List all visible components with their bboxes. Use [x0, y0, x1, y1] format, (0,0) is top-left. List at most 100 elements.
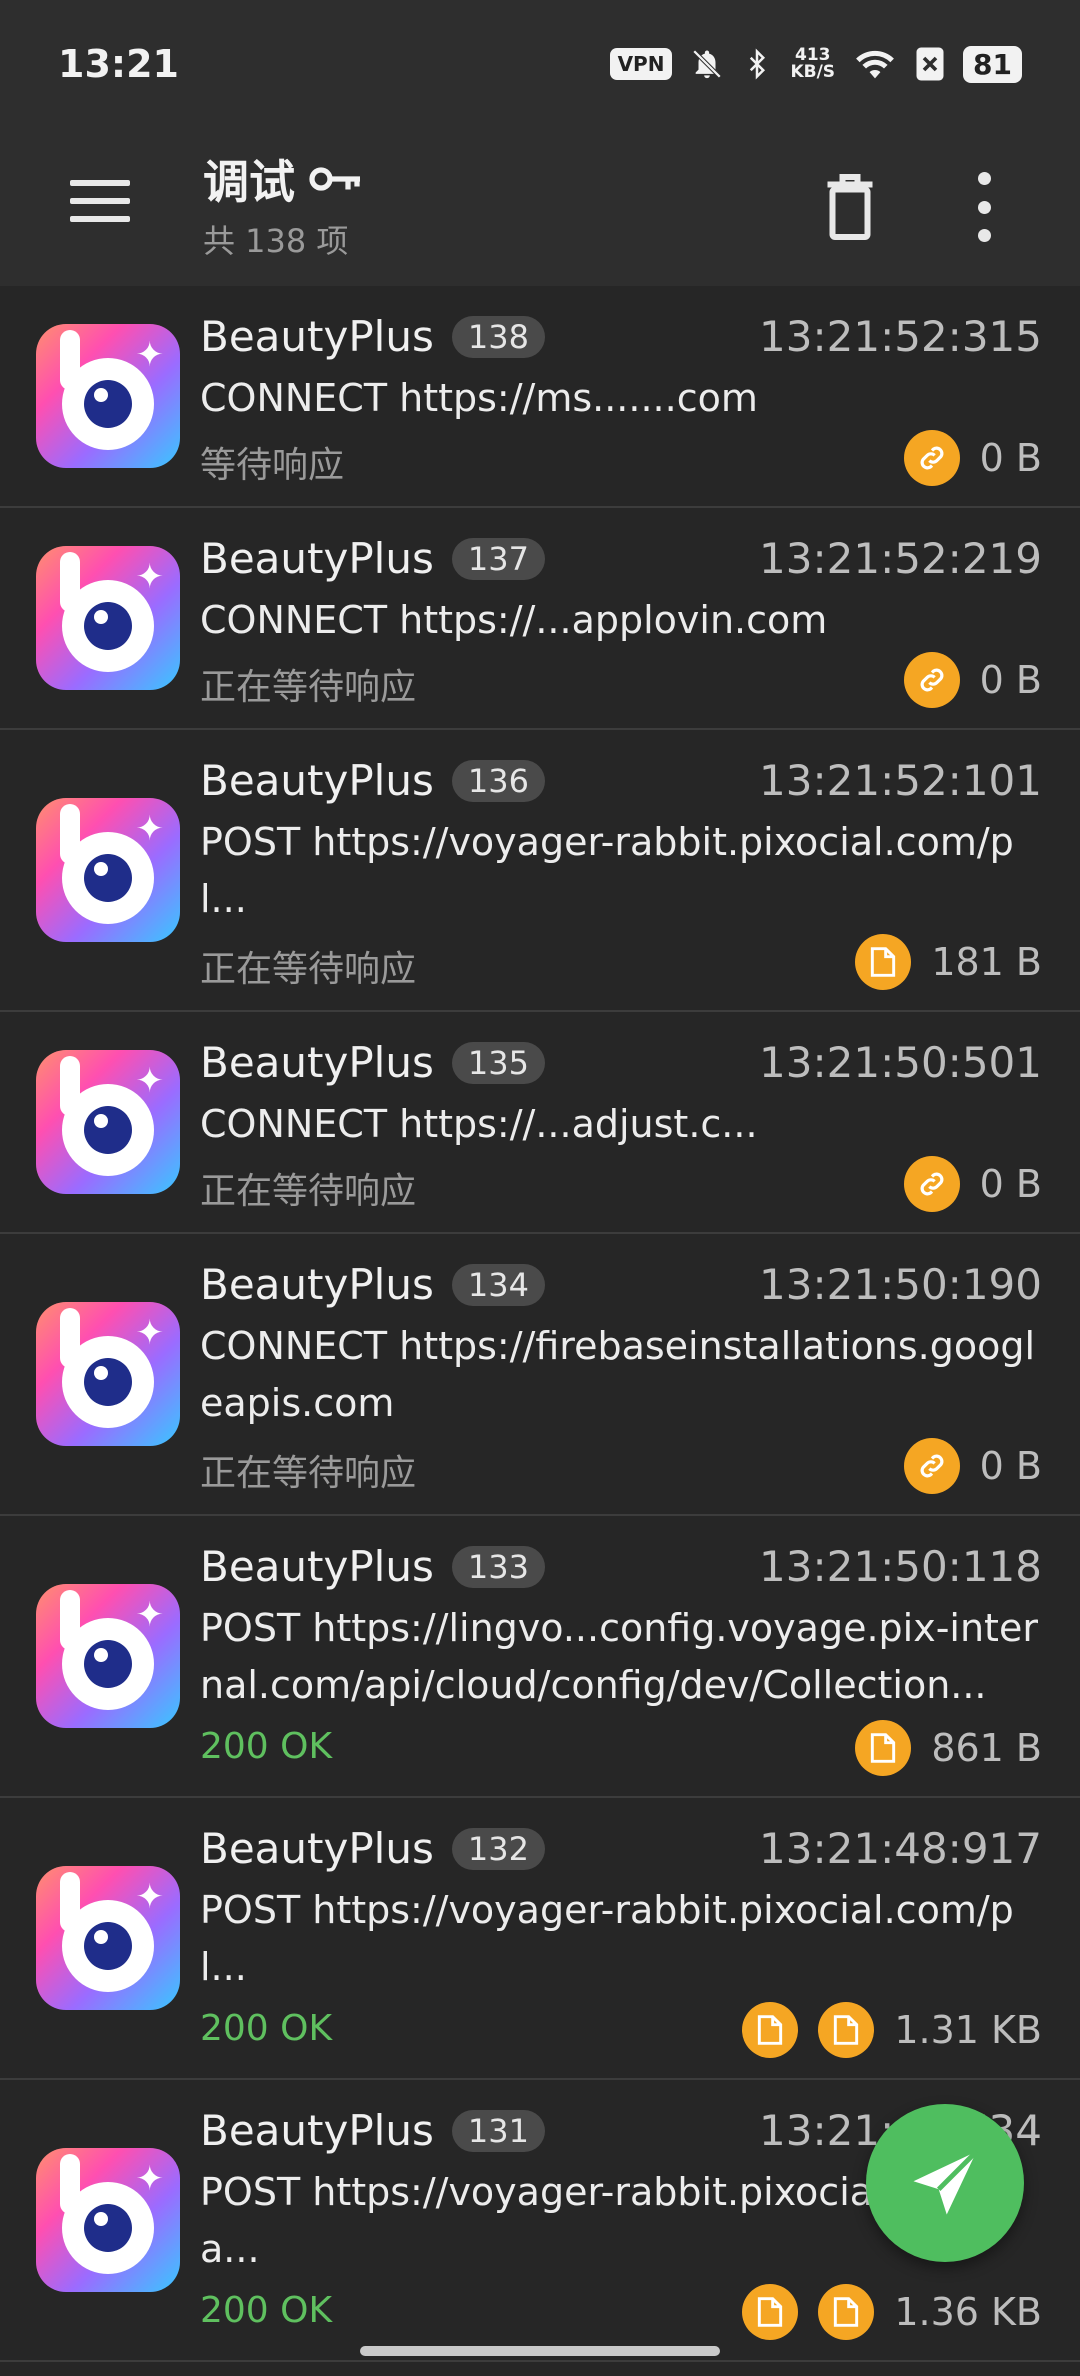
app-name-row: BeautyPlus 135: [200, 1038, 545, 1087]
request-url: CONNECT https://ms.......com: [200, 376, 758, 420]
app-toolbar: 调试 共 138 项: [0, 128, 1080, 286]
response-size: 0 B: [979, 658, 1042, 702]
request-number-badge: 132: [451, 1827, 545, 1870]
request-status: 200 OK: [200, 1726, 333, 1767]
response-size: 861 B: [931, 1726, 1042, 1770]
status-time: 13:21: [58, 42, 179, 86]
more-vert-icon: [977, 172, 991, 185]
request-number-badge: 134: [451, 1263, 545, 1306]
size-info: 1.31 KB: [742, 2002, 1042, 2058]
request-time: 13:21:48:917: [759, 1824, 1042, 1873]
app-name: BeautyPlus: [200, 756, 434, 805]
response-size: 1.36 KB: [894, 2290, 1042, 2334]
response-size: 0 B: [979, 1162, 1042, 1206]
app-icon: ✦: [36, 324, 180, 468]
size-info: 861 B: [855, 1720, 1042, 1776]
bell-off-icon: [693, 49, 722, 79]
link-icon: [903, 1156, 960, 1212]
request-status: 200 OK: [200, 2008, 333, 2049]
status-bar: 13:21 VPN 413 KB/S 81: [0, 0, 1080, 128]
size-info: 181 B: [855, 934, 1042, 990]
app-name-row: BeautyPlus 136: [200, 756, 545, 805]
request-status: 200 OK: [200, 2290, 333, 2331]
response-size: 0 B: [979, 436, 1042, 480]
app-icon: ✦: [36, 1302, 180, 1446]
request-row[interactable]: ✦ BeautyPlus 136 13:21:52:101 POST https…: [0, 730, 1080, 1012]
request-number-badge: 138: [451, 315, 545, 358]
app-icon: ✦: [36, 798, 180, 942]
send-icon: [913, 2149, 979, 2215]
request-row[interactable]: ✦ BeautyPlus 134 13:21:50:190 CONNECT ht…: [0, 1234, 1080, 1516]
app-name-row: BeautyPlus 132: [200, 1824, 545, 1873]
more-options-button[interactable]: [964, 172, 1004, 242]
app-icon: ✦: [36, 1050, 180, 1194]
request-row[interactable]: ✦ BeautyPlus 135 13:21:50:501 CONNECT ht…: [0, 1012, 1080, 1234]
link-icon: [903, 430, 960, 486]
app-icon: ✦: [36, 546, 180, 690]
app-icon: ✦: [36, 1584, 180, 1728]
speed-unit: KB/S: [790, 62, 836, 82]
battery-level: 81: [963, 45, 1022, 83]
request-row[interactable]: ✦ BeautyPlus 138 13:21:52:315 CONNECT ht…: [0, 286, 1080, 508]
download-file-icon: [818, 2002, 875, 2058]
file-icon: [855, 1720, 912, 1776]
request-status: 正在等待响应: [200, 949, 417, 990]
size-info: 0 B: [903, 1156, 1042, 1212]
bluetooth-icon: [750, 48, 766, 80]
request-url: POST https://voyager-rabbit.pixocial.com…: [200, 820, 1014, 921]
request-url: POST https://lingvo...config.voyage.pix-…: [200, 1606, 1038, 1707]
app-name: BeautyPlus: [200, 1542, 434, 1591]
request-status: 正在等待响应: [200, 1453, 417, 1494]
request-number-badge: 137: [451, 537, 545, 580]
menu-button[interactable]: [70, 180, 130, 228]
page-title: 调试: [203, 146, 363, 212]
size-info: 0 B: [903, 652, 1042, 708]
request-number-badge: 133: [451, 1545, 545, 1588]
app-name-row: BeautyPlus 138: [200, 312, 545, 361]
request-time: 13:21:52:219: [759, 534, 1042, 583]
request-time: 13:21:50:501: [759, 1038, 1042, 1087]
title-text: 调试: [203, 155, 295, 209]
request-row[interactable]: ✦ BeautyPlus 132 13:21:48:917 POST https…: [0, 1798, 1080, 2080]
home-indicator[interactable]: [360, 2346, 720, 2356]
request-row[interactable]: ✦ BeautyPlus 133 13:21:50:118 POST https…: [0, 1516, 1080, 1798]
request-status: 等待响应: [200, 445, 345, 486]
hamburger-icon: [70, 180, 130, 186]
request-time: 13:21:50:118: [759, 1542, 1042, 1591]
size-info: 0 B: [903, 430, 1042, 486]
request-number-badge: 136: [451, 759, 545, 802]
request-url: POST https://voyager-rabbit.pixocial.com…: [200, 1888, 1014, 1989]
request-url: CONNECT https://...adjust.c...: [200, 1102, 758, 1146]
item-count: 共 138 项: [203, 222, 349, 260]
request-number-badge: 131: [451, 2109, 545, 2152]
request-time: 13:21:52:315: [759, 312, 1042, 361]
vpn-icon: VPN: [609, 48, 673, 80]
request-list: ✦ BeautyPlus 138 13:21:52:315 CONNECT ht…: [0, 286, 1080, 2362]
send-request-fab[interactable]: [866, 2104, 1024, 2262]
request-url: CONNECT https://...applovin.com: [200, 598, 828, 642]
network-speed: 413 KB/S: [790, 47, 835, 81]
download-file-icon: [818, 2284, 875, 2340]
upload-file-icon: [742, 2284, 799, 2340]
response-size: 181 B: [931, 940, 1042, 984]
app-icon: ✦: [36, 1866, 180, 2010]
app-name-row: BeautyPlus 134: [200, 1260, 545, 1309]
size-info: 0 B: [903, 1438, 1042, 1494]
request-row[interactable]: ✦ BeautyPlus 137 13:21:52:219 CONNECT ht…: [0, 508, 1080, 730]
request-time: 13:21:52:101: [759, 756, 1042, 805]
link-icon: [903, 1438, 960, 1494]
app-name: BeautyPlus: [200, 1260, 434, 1309]
request-status: 正在等待响应: [200, 1171, 417, 1212]
request-status: 正在等待响应: [200, 667, 417, 708]
link-icon: [903, 652, 960, 708]
app-name-row: BeautyPlus 137: [200, 534, 545, 583]
clear-button[interactable]: [820, 172, 880, 242]
app-name: BeautyPlus: [200, 312, 434, 361]
key-icon: [309, 167, 360, 191]
app-name-row: BeautyPlus 133: [200, 1542, 545, 1591]
app-icon: ✦: [36, 2148, 180, 2292]
app-name: BeautyPlus: [200, 534, 434, 583]
file-icon: [855, 934, 912, 990]
app-name: BeautyPlus: [200, 1038, 434, 1087]
app-name-row: BeautyPlus 131: [200, 2106, 545, 2155]
